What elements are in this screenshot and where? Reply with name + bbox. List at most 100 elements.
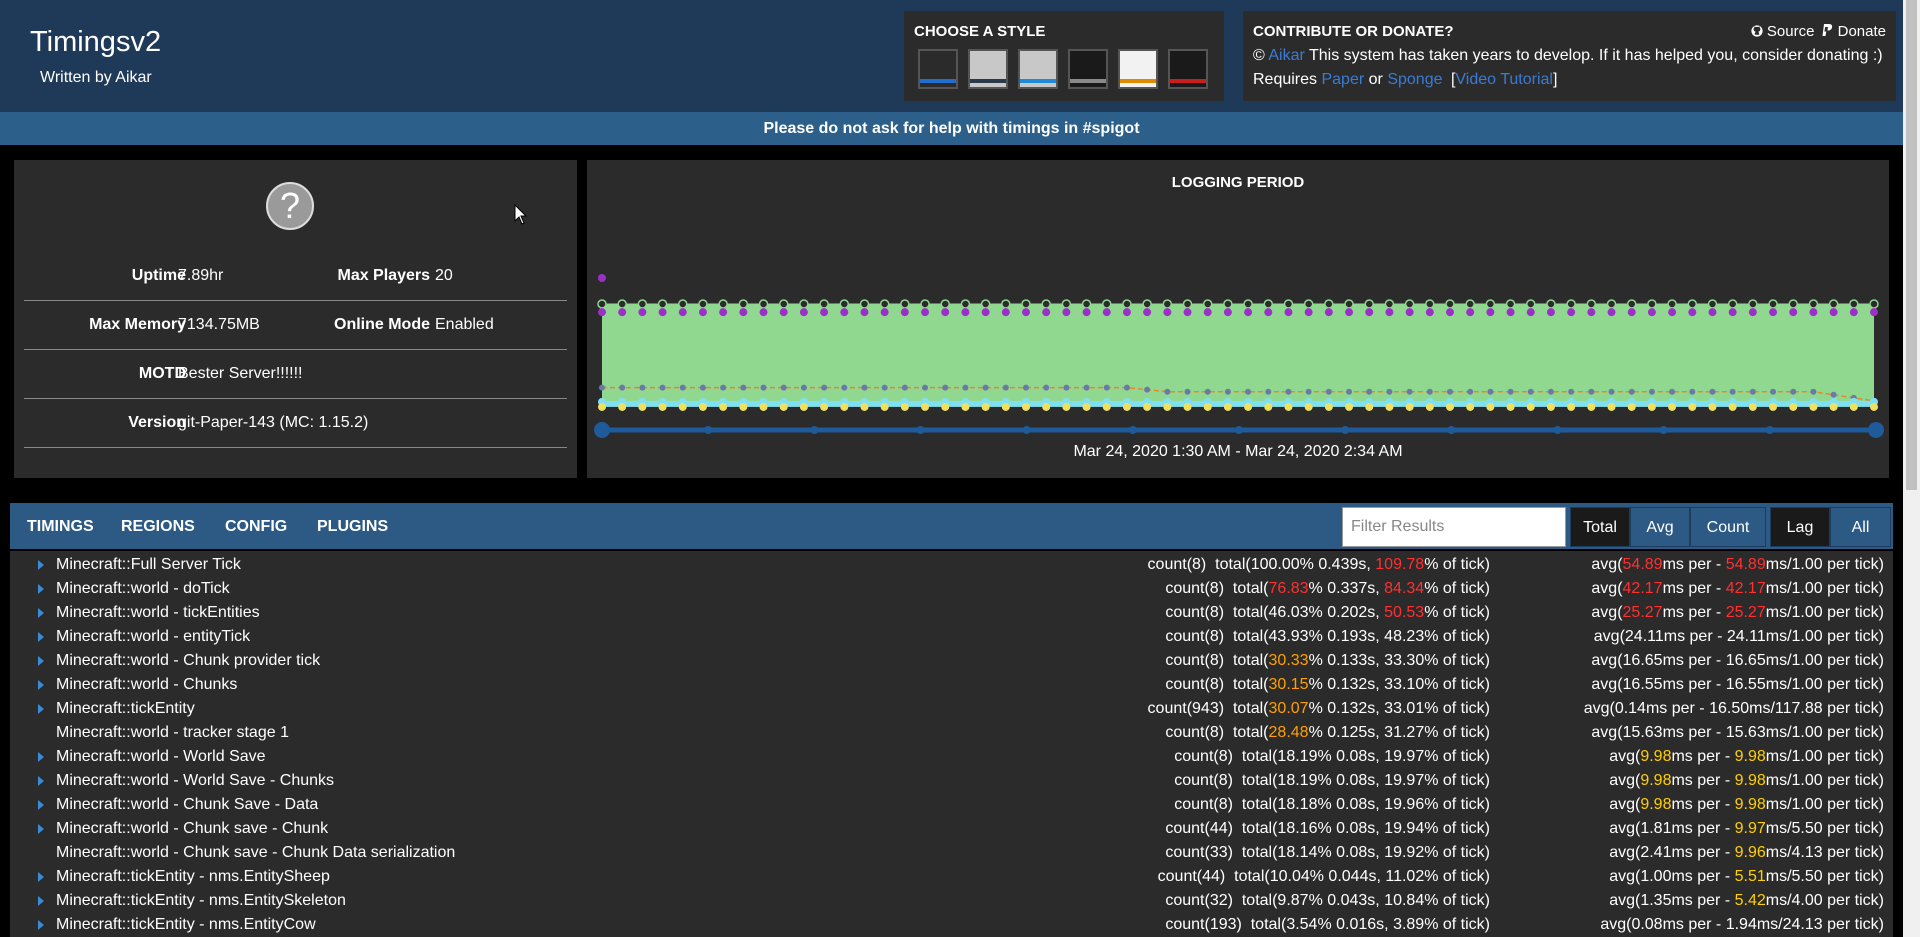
point-yellow (1143, 402, 1152, 411)
timing-row[interactable]: Minecraft::world - Chunk save - Chunk Da… (10, 843, 1893, 867)
point-yellow (598, 402, 606, 411)
time-range-end-handle[interactable] (1868, 422, 1884, 438)
point-green (678, 299, 688, 309)
timing-row[interactable]: Minecraft::world - Chunk provider tick co… (10, 651, 1893, 675)
avg-mid: ms per - (1663, 628, 1727, 645)
timing-name[interactable]: Minecraft::world - Chunk Save - Data (56, 796, 318, 814)
timing-row[interactable]: Minecraft::world - tickEntities count(8) … (10, 603, 1893, 627)
sort-avg-button[interactable]: Avg (1630, 507, 1690, 547)
author-link[interactable]: Aikar (1268, 47, 1304, 64)
sort-count-button[interactable]: Count (1690, 507, 1766, 547)
expand-caret-icon[interactable] (38, 824, 44, 834)
point-orange (1507, 388, 1514, 395)
avg-mid: ms per - (1671, 772, 1735, 789)
timing-count: count(8) (1174, 748, 1233, 765)
point-yellow (698, 402, 707, 411)
style-swatch-light-dark[interactable] (968, 49, 1008, 89)
contribute-box: CONTRIBUTE OR DONATE? Source Donate © Ai… (1243, 11, 1896, 101)
timing-row[interactable]: Minecraft::world - tracker stage 1 count(… (10, 723, 1893, 747)
timing-name[interactable]: Minecraft::world - Chunk save - Chunk (56, 820, 328, 838)
expand-caret-icon[interactable] (38, 920, 44, 930)
style-swatch-dark-blue[interactable] (918, 49, 958, 89)
expand-caret-icon[interactable] (38, 680, 44, 690)
style-swatch-light-orange[interactable] (1118, 49, 1158, 89)
expand-caret-icon[interactable] (38, 896, 44, 906)
timing-name[interactable]: Minecraft::tickEntity - nms.EntitySkelet… (56, 892, 346, 910)
total-seconds: 0.08s, (1331, 772, 1385, 789)
style-swatch-dark-gray[interactable] (1068, 49, 1108, 89)
timing-row[interactable]: Minecraft::Full Server Tick count(8) tota… (10, 555, 1893, 579)
time-range-start-handle[interactable] (594, 422, 610, 438)
timing-row[interactable]: Minecraft::tickEntity - nms.EntitySheep c… (10, 867, 1893, 891)
style-swatch-light-blue[interactable] (1018, 49, 1058, 89)
style-swatch-dark-red[interactable] (1168, 49, 1208, 89)
timing-row[interactable]: Minecraft::tickEntity - nms.EntitySkelet… (10, 891, 1893, 915)
sort-total-button[interactable]: Total (1570, 507, 1630, 547)
expand-caret-icon[interactable] (38, 632, 44, 642)
tab-timings[interactable]: TIMINGS (27, 518, 94, 536)
timing-name[interactable]: Minecraft::world - doTick (56, 580, 230, 598)
point-green (597, 299, 607, 309)
avg-suffix: ms/5.50 per tick) (1765, 820, 1884, 837)
timing-row[interactable]: Minecraft::world - entityTick count(8) to… (10, 627, 1893, 651)
timing-name[interactable]: Minecraft::tickEntity - nms.EntitySheep (56, 868, 330, 886)
point-orange (1406, 388, 1413, 395)
timing-name[interactable]: Minecraft::world - Chunks (56, 676, 237, 694)
expand-caret-icon[interactable] (38, 656, 44, 666)
point-green (637, 299, 648, 309)
filter-all-button[interactable]: All (1830, 507, 1891, 547)
sponge-link[interactable]: Sponge (1387, 71, 1442, 88)
page-scrollbar-thumb[interactable] (1906, 0, 1917, 490)
expand-caret-icon[interactable] (38, 872, 44, 882)
point-green (778, 299, 789, 309)
expand-caret-icon[interactable] (38, 704, 44, 714)
point-yellow (900, 402, 909, 411)
avg-ms-per: 1.35 (1640, 892, 1672, 909)
timing-name[interactable]: Minecraft::world - World Save - Chunks (56, 772, 334, 790)
donate-link[interactable]: Donate (1822, 23, 1886, 40)
timing-name[interactable]: Minecraft::world - tickEntities (56, 604, 260, 622)
timing-row[interactable]: Minecraft::tickEntity count(943) total(30… (10, 699, 1893, 723)
timing-name[interactable]: Minecraft::world - Chunk save - Chunk Da… (56, 844, 455, 862)
source-link[interactable]: Source (1751, 23, 1814, 40)
timing-count: count(8) (1165, 580, 1225, 597)
point-yellow (1183, 402, 1192, 411)
chart-plot[interactable] (587, 160, 1889, 478)
timing-name[interactable]: Minecraft::world - tracker stage 1 (56, 724, 289, 742)
timing-row[interactable]: Minecraft::world - World Save - Chunks co… (10, 771, 1893, 795)
point-yellow (1849, 402, 1858, 411)
timing-name[interactable]: Minecraft::tickEntity - nms.EntityCow (56, 916, 316, 934)
tab-config[interactable]: CONFIG (225, 518, 287, 536)
timing-name[interactable]: Minecraft::world - Chunk provider tick (56, 652, 320, 670)
timing-row[interactable]: Minecraft::world - Chunk Save - Data coun… (10, 795, 1893, 819)
point-purple (678, 308, 687, 317)
expand-caret-icon[interactable] (38, 584, 44, 594)
timing-row[interactable]: Minecraft::tickEntity - nms.EntityCow cou… (10, 915, 1893, 937)
timing-name[interactable]: Minecraft::world - World Save (56, 748, 266, 766)
expand-caret-icon[interactable] (38, 560, 44, 570)
timing-name[interactable]: Minecraft::Full Server Tick (56, 556, 241, 574)
tab-plugins[interactable]: PLUGINS (317, 518, 388, 536)
video-tutorial-link[interactable]: Video Tutorial (1455, 71, 1553, 88)
point-yellow (1668, 402, 1677, 411)
timing-row[interactable]: Minecraft::world - doTick count(8) total(… (10, 579, 1893, 603)
expand-caret-icon[interactable] (38, 800, 44, 810)
expand-caret-icon[interactable] (38, 752, 44, 762)
timing-row[interactable]: Minecraft::world - Chunks count(8) total(… (10, 675, 1893, 699)
timing-name[interactable]: Minecraft::world - entityTick (56, 628, 250, 646)
point-green (1727, 299, 1738, 309)
avg-ms-tick: 5.42 (1734, 892, 1766, 909)
timing-row[interactable]: Minecraft::world - World Save count(8) to… (10, 747, 1893, 771)
tab-regions[interactable]: REGIONS (121, 518, 195, 536)
timing-name[interactable]: Minecraft::tickEntity (56, 700, 195, 718)
filter-results-input[interactable] (1342, 507, 1566, 547)
expand-caret-icon[interactable] (38, 776, 44, 786)
timing-average: avg(16.65ms per - 16.65ms/1.00 per tick) (1591, 652, 1884, 670)
paper-link[interactable]: Paper (1321, 71, 1364, 88)
point-green (1465, 299, 1475, 309)
expand-caret-icon[interactable] (38, 608, 44, 618)
timing-row[interactable]: Minecraft::world - Chunk save - Chunk cou… (10, 819, 1893, 843)
filter-lag-button[interactable]: Lag (1770, 507, 1830, 547)
point-green (1808, 299, 1819, 309)
contribute-line-1: © Aikar This system has taken years to d… (1253, 47, 1883, 65)
